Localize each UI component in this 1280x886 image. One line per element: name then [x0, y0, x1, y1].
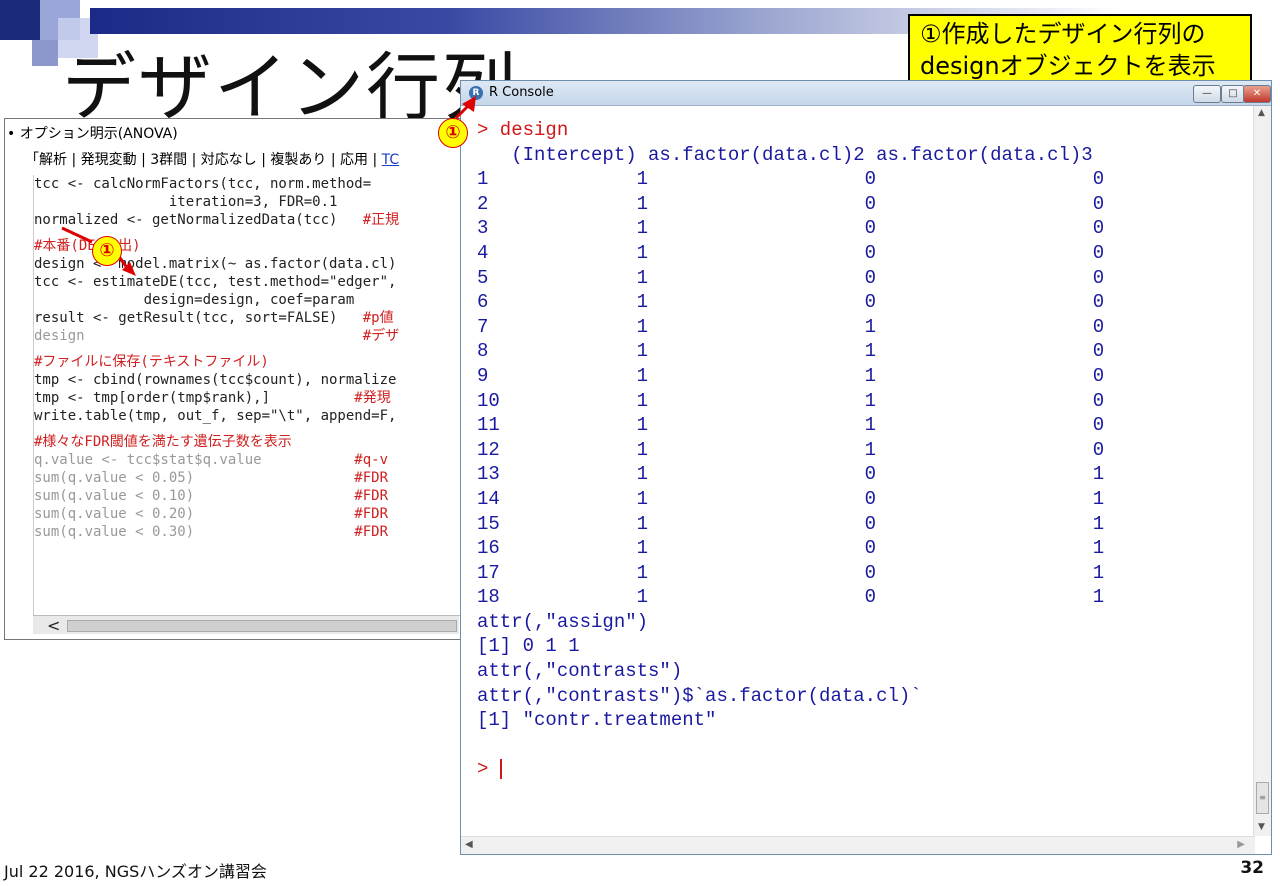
annotation-arrows [61, 96, 476, 276]
step-marker: ① [438, 118, 468, 148]
step-marker: ① [92, 236, 122, 266]
footer-text: Jul 22 2016, NGSハンズオン講習会 [4, 862, 267, 881]
page-number: 32 [1240, 858, 1264, 878]
